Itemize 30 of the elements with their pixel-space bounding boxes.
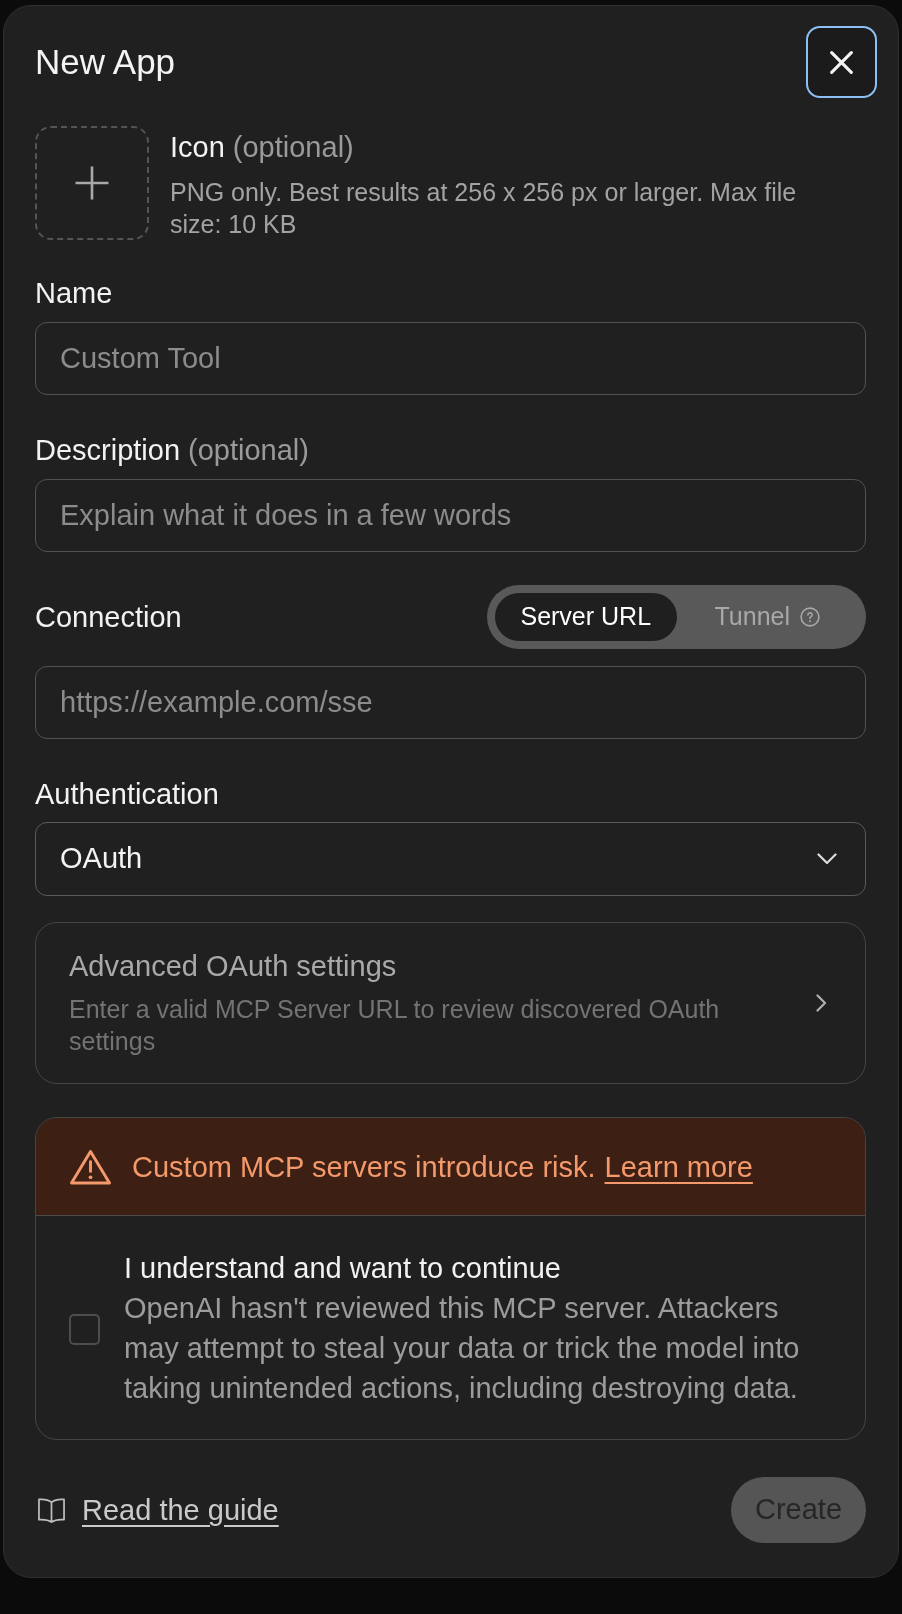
field-label: Name — [35, 276, 113, 310]
consent-description: OpenAI hasn't reviewed this MCP server. Attackers may attempt to steal your data or trick the model into taking unintended actions, including destroying data. — [124, 1291, 801, 1406]
optional-note: (optional) — [232, 130, 354, 164]
optional-note: (optional) — [188, 433, 309, 467]
consent-title: I understand and want to continue — [124, 1251, 562, 1285]
learn-more-link[interactable]: Learn more — [604, 1149, 753, 1184]
segment-tab[interactable]: Server URL — [495, 593, 677, 641]
card-description: Enter a valid MCP Server URL to review discovered OAuth settings — [69, 994, 721, 1057]
book-icon — [37, 1496, 66, 1524]
chevron-down-icon — [817, 853, 837, 865]
field-label: Description — [35, 433, 181, 467]
input-field[interactable]: Explain what it does in a few words — [35, 479, 866, 552]
field-label: Connection — [35, 600, 182, 634]
guide-link[interactable]: Read the guide — [82, 1493, 279, 1527]
plus-icon — [74, 165, 110, 201]
close-button[interactable] — [806, 26, 877, 98]
field-label: Authentication — [35, 777, 219, 811]
warning-icon — [69, 1147, 112, 1186]
card-title: Advanced OAuth settings — [69, 949, 398, 983]
field-label: Icon — [170, 130, 225, 164]
select-field[interactable]: OAuth — [35, 822, 866, 896]
dialog-title: New App — [35, 42, 176, 82]
close-icon — [830, 50, 853, 74]
input-field[interactable]: Custom Tool — [35, 322, 866, 395]
input-field[interactable]: https://example.com/sse — [35, 666, 866, 739]
warning-message: Custom MCP servers introduce risk. — [132, 1149, 596, 1184]
hint-text: PNG only. Best results at 256 x 256 px or larger. Max file size: 10 KB — [170, 177, 798, 240]
chevron-right-icon — [816, 994, 827, 1012]
icon-upload-button[interactable] — [35, 126, 149, 240]
checkbox[interactable] — [69, 1314, 100, 1345]
